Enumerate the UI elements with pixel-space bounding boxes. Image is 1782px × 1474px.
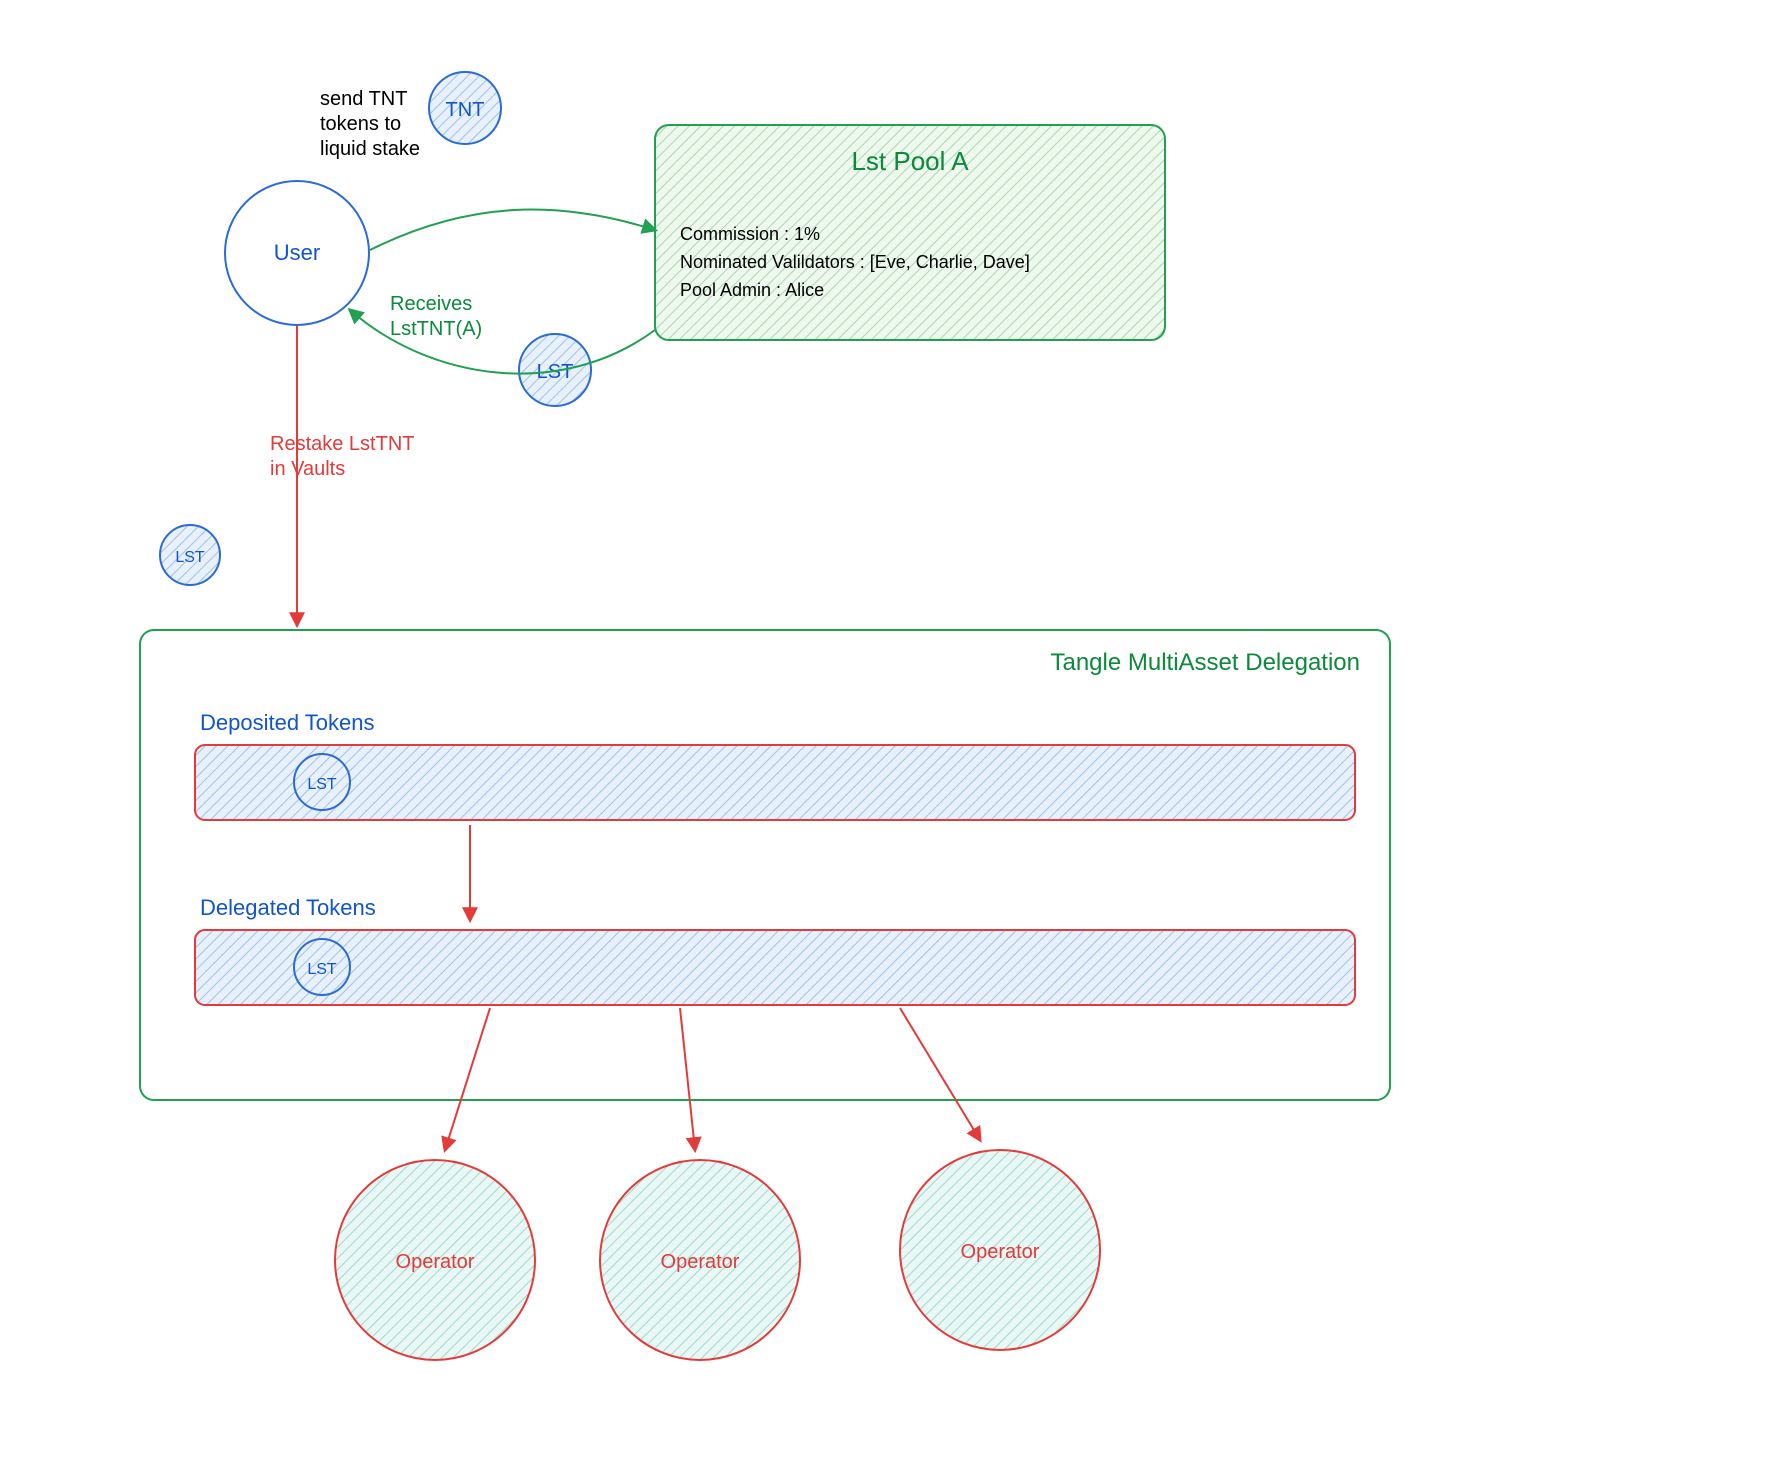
tnt-token: TNT bbox=[429, 72, 501, 144]
operator-1: Operator bbox=[335, 1160, 535, 1360]
svg-text:LST: LST bbox=[307, 776, 337, 793]
delegated-label: Delegated Tokens bbox=[200, 895, 376, 920]
lst-token-deposited: LST bbox=[294, 754, 350, 810]
pool-title: Lst Pool A bbox=[851, 146, 969, 176]
deposited-label: Deposited Tokens bbox=[200, 710, 375, 735]
operator-1-label: Operator bbox=[396, 1251, 475, 1273]
svg-text:Restake LstTNT: Restake LstTNT bbox=[270, 433, 414, 455]
svg-text:send TNT: send TNT bbox=[320, 88, 407, 110]
delegation-box: Tangle MultiAsset Delegation Deposited T… bbox=[140, 630, 1390, 1100]
delegated-bar bbox=[195, 930, 1355, 1005]
arrow-user-to-pool bbox=[370, 210, 655, 250]
pool-admin: Pool Admin : Alice bbox=[680, 280, 824, 300]
svg-text:LST: LST bbox=[307, 961, 337, 978]
tnt-token-label: TNT bbox=[446, 99, 485, 121]
operator-2-label: Operator bbox=[661, 1251, 740, 1273]
operator-3: Operator bbox=[900, 1150, 1100, 1350]
user-node: User bbox=[225, 181, 369, 325]
pool-commission: Commission : 1% bbox=[680, 224, 820, 244]
lst-token-side: LST bbox=[160, 525, 220, 585]
diagram-root: User TNT send TNT tokens to liquid stake… bbox=[0, 0, 1782, 1474]
lst-token-side-label: LST bbox=[175, 549, 205, 566]
send-tnt-label: send TNT tokens to liquid stake bbox=[320, 88, 420, 160]
lst-token-delegated: LST bbox=[294, 939, 350, 995]
delegation-title: Tangle MultiAsset Delegation bbox=[1050, 649, 1360, 676]
svg-text:LstTNT(A): LstTNT(A) bbox=[390, 318, 482, 340]
svg-text:liquid stake: liquid stake bbox=[320, 138, 420, 160]
svg-text:Receives: Receives bbox=[390, 293, 472, 315]
pool-validators: Nominated Valildators : [Eve, Charlie, D… bbox=[680, 252, 1030, 272]
svg-text:tokens to: tokens to bbox=[320, 113, 401, 135]
restake-label: Restake LstTNT in Vaults bbox=[270, 433, 414, 480]
svg-text:in Vaults: in Vaults bbox=[270, 458, 345, 480]
user-label: User bbox=[274, 240, 320, 265]
deposited-bar bbox=[195, 745, 1355, 820]
operator-3-label: Operator bbox=[961, 1241, 1040, 1263]
lst-pool-box: Lst Pool A Commission : 1% Nominated Val… bbox=[655, 125, 1165, 340]
receives-label: Receives LstTNT(A) bbox=[390, 293, 482, 340]
operator-2: Operator bbox=[600, 1160, 800, 1360]
